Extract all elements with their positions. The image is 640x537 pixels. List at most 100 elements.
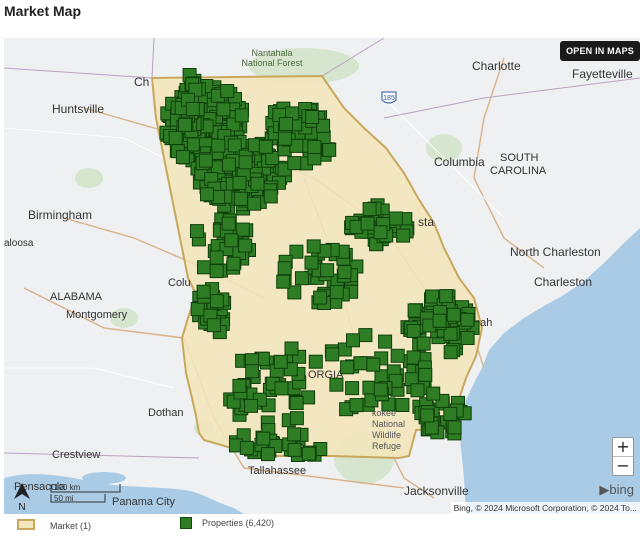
property-marker[interactable] (233, 191, 248, 206)
property-marker[interactable] (216, 102, 231, 117)
property-marker[interactable] (190, 302, 205, 317)
property-marker[interactable] (329, 285, 344, 300)
property-marker[interactable] (325, 347, 340, 362)
property-marker[interactable] (209, 294, 224, 309)
property-marker[interactable] (245, 364, 260, 379)
north-arrow-icon[interactable]: N (10, 481, 34, 511)
property-marker[interactable] (273, 354, 288, 369)
property-marker[interactable] (276, 274, 291, 289)
property-marker[interactable] (198, 153, 213, 168)
property-marker[interactable] (277, 261, 292, 276)
property-marker[interactable] (263, 189, 278, 204)
property-marker[interactable] (362, 202, 377, 217)
property-marker[interactable] (313, 290, 328, 305)
property-marker[interactable] (374, 369, 389, 384)
property-marker[interactable] (287, 427, 302, 442)
property-marker[interactable] (443, 345, 458, 360)
property-marker[interactable] (200, 187, 214, 202)
property-marker[interactable] (418, 367, 433, 382)
property-marker[interactable] (277, 131, 292, 146)
property-marker[interactable] (395, 398, 410, 412)
property-marker[interactable] (340, 360, 355, 375)
property-marker[interactable] (345, 381, 360, 396)
property-marker[interactable] (460, 331, 475, 345)
property-marker[interactable] (320, 263, 335, 278)
property-marker[interactable] (432, 313, 447, 328)
property-marker[interactable] (443, 406, 458, 421)
property-marker[interactable] (446, 307, 461, 322)
property-marker[interactable] (301, 446, 316, 461)
property-marker[interactable] (406, 324, 421, 338)
property-marker[interactable] (238, 155, 253, 170)
property-marker[interactable] (287, 156, 302, 171)
property-marker[interactable] (373, 382, 388, 397)
property-marker[interactable] (424, 420, 439, 435)
open-in-maps-button[interactable]: OPEN IN MAPS (560, 41, 640, 61)
property-marker[interactable] (390, 348, 405, 363)
property-marker[interactable] (460, 312, 475, 327)
property-marker[interactable] (346, 333, 360, 348)
property-marker[interactable] (178, 117, 192, 132)
property-marker[interactable] (416, 336, 431, 351)
property-marker[interactable] (175, 150, 190, 164)
market-map[interactable]: Ch Nantahala National Forest Charlotte F… (4, 38, 640, 514)
property-marker[interactable] (196, 284, 211, 299)
property-marker[interactable] (220, 84, 235, 98)
property-marker[interactable] (420, 408, 435, 423)
property-marker[interactable] (256, 431, 271, 446)
property-marker[interactable] (221, 157, 236, 172)
property-marker[interactable] (226, 256, 241, 271)
property-marker[interactable] (209, 250, 224, 265)
property-marker[interactable] (308, 354, 323, 369)
property-marker[interactable] (410, 383, 425, 398)
property-marker[interactable] (258, 139, 273, 154)
property-marker[interactable] (396, 228, 411, 243)
property-marker[interactable] (234, 108, 249, 123)
property-marker[interactable] (366, 357, 381, 372)
property-marker[interactable] (186, 137, 201, 152)
property-marker[interactable] (232, 378, 247, 393)
property-marker[interactable] (274, 381, 289, 396)
property-marker[interactable] (373, 225, 388, 240)
property-marker[interactable] (307, 140, 322, 155)
property-marker[interactable] (197, 260, 211, 275)
property-marker[interactable] (353, 356, 368, 371)
property-marker[interactable] (206, 318, 221, 333)
property-marker[interactable] (378, 334, 393, 349)
property-marker[interactable] (168, 131, 183, 145)
property-marker[interactable] (358, 328, 373, 343)
property-marker[interactable] (232, 175, 247, 190)
map-attribution[interactable]: Bing, © 2024 Microsoft Corporation, © 20… (450, 502, 640, 514)
property-marker[interactable] (305, 110, 320, 124)
property-marker[interactable] (306, 239, 321, 254)
map-canvas[interactable]: Ch Nantahala National Forest Charlotte F… (4, 38, 640, 514)
property-marker[interactable] (287, 442, 302, 457)
property-marker[interactable] (185, 101, 200, 116)
property-marker[interactable] (304, 255, 319, 270)
property-marker[interactable] (360, 216, 375, 231)
property-marker[interactable] (250, 176, 265, 191)
zoom-out-button[interactable]: − (613, 457, 633, 475)
property-marker[interactable] (239, 440, 254, 455)
property-marker[interactable] (224, 233, 239, 248)
property-marker[interactable] (329, 377, 344, 392)
property-marker[interactable] (238, 238, 253, 253)
property-marker[interactable] (211, 138, 226, 153)
property-marker[interactable] (426, 386, 441, 401)
property-marker[interactable] (209, 264, 224, 279)
property-marker[interactable] (447, 420, 462, 435)
property-marker[interactable] (279, 117, 293, 131)
property-marker[interactable] (284, 341, 299, 356)
property-marker[interactable] (388, 211, 403, 226)
property-marker[interactable] (261, 447, 275, 462)
property-marker[interactable] (289, 396, 304, 410)
property-marker[interactable] (190, 224, 204, 239)
property-marker[interactable] (221, 216, 236, 231)
property-marker[interactable] (439, 289, 454, 304)
zoom-in-button[interactable]: + (613, 438, 633, 456)
property-marker[interactable] (337, 265, 352, 280)
property-marker[interactable] (295, 271, 309, 286)
property-marker[interactable] (322, 142, 337, 157)
property-marker[interactable] (244, 398, 258, 413)
property-marker[interactable] (289, 411, 304, 426)
